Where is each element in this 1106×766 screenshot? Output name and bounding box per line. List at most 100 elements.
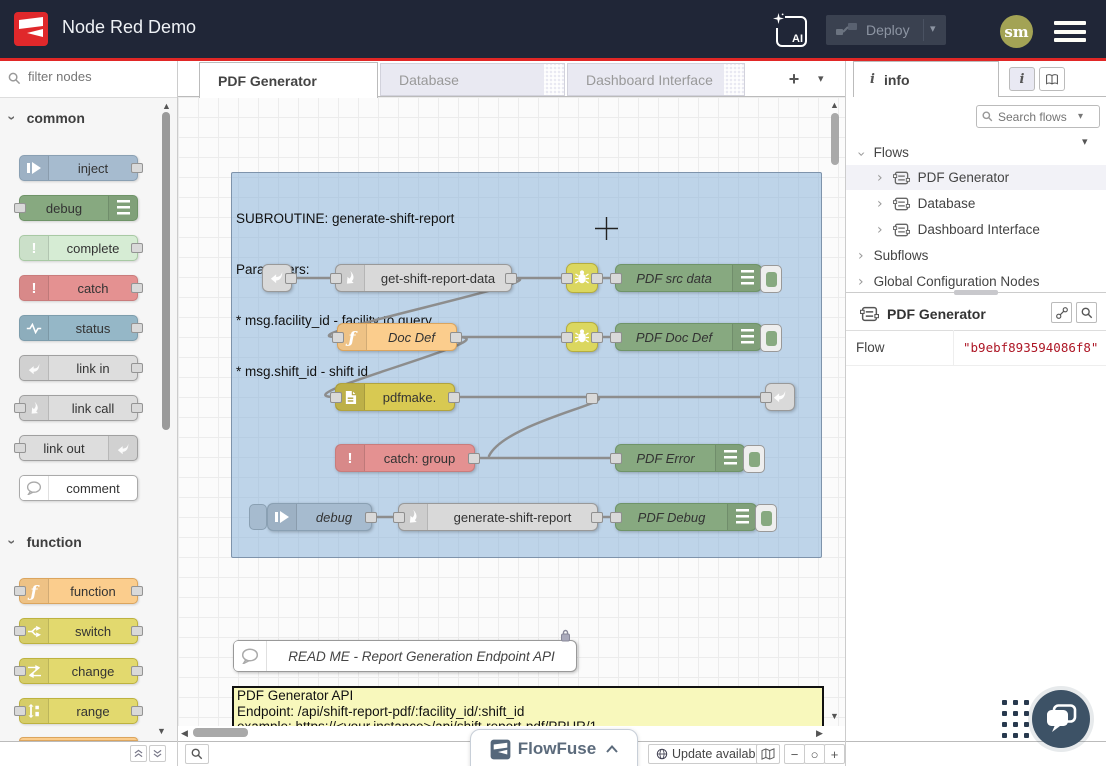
palette-node-inject[interactable]: inject	[19, 155, 138, 181]
input-port[interactable]	[760, 392, 772, 403]
palette-node-function[interactable]: ƒ function	[19, 578, 138, 604]
search-flow-button[interactable]	[1076, 302, 1097, 323]
canvas-sidebar-divider[interactable]	[845, 61, 846, 766]
palette-node-status[interactable]: status	[19, 315, 138, 341]
sidebar-info-tab-button[interactable]: i	[1009, 67, 1035, 91]
input-port[interactable]	[332, 332, 344, 343]
zoom-in-button[interactable]: +	[824, 744, 845, 764]
node-pdfmake[interactable]: pdfmake.	[335, 383, 455, 411]
navigator-button[interactable]	[756, 744, 780, 764]
output-port[interactable]	[468, 453, 480, 464]
expand-all-button[interactable]	[149, 745, 166, 762]
output-port[interactable]	[365, 512, 377, 523]
debug-toggle-button[interactable]	[760, 265, 782, 293]
sidebar-tab-info[interactable]: i info	[853, 61, 999, 97]
canvas-scroll-up-icon[interactable]: ▲	[830, 101, 839, 110]
input-port[interactable]	[561, 332, 573, 343]
debug-toggle-button[interactable]	[755, 504, 777, 532]
main-menu-button[interactable]	[1054, 21, 1086, 42]
canvas-search-button[interactable]	[185, 744, 209, 764]
palette-node-link-in[interactable]: link in	[19, 355, 138, 381]
canvas-scroll-down-icon[interactable]: ▼	[830, 712, 839, 721]
palette-node-complete[interactable]: ! complete	[19, 235, 138, 261]
deploy-button[interactable]: Deploy ▾	[826, 15, 946, 45]
output-port[interactable]	[448, 392, 460, 403]
chat-widget-button[interactable]	[1032, 690, 1090, 748]
palette-node-change[interactable]: change	[19, 658, 138, 684]
sidebar-splitter[interactable]	[846, 292, 1106, 293]
input-port[interactable]	[610, 332, 622, 343]
output-port[interactable]	[591, 273, 603, 284]
tree-item-subflows[interactable]: › Subflows	[846, 243, 1106, 268]
filter-nodes-input[interactable]	[26, 68, 170, 85]
add-flow-button[interactable]: +	[782, 67, 806, 91]
debug-toggle-button[interactable]	[743, 445, 765, 473]
deploy-caret-icon[interactable]: ▾	[930, 22, 936, 35]
flowfuse-logo-icon[interactable]	[14, 12, 48, 46]
tab-database[interactable]: Database	[380, 63, 565, 96]
wires-layer[interactable]	[178, 97, 845, 726]
update-available-button[interactable]: Update available	[648, 744, 773, 764]
flowfuse-button[interactable]: FlowFuse	[470, 729, 638, 766]
palette-category-common[interactable]: › common	[10, 110, 85, 126]
widget-drag-handle-icon[interactable]	[1002, 700, 1029, 738]
input-port[interactable]	[610, 512, 622, 523]
node-get-shift-report-data[interactable]: get-shift-report-data	[335, 264, 512, 292]
node-link-in[interactable]	[262, 264, 292, 292]
node-debug-bug-1[interactable]	[566, 263, 598, 293]
input-port[interactable]	[561, 273, 573, 284]
palette-node-link-call[interactable]: link call	[19, 395, 138, 421]
output-port[interactable]	[450, 332, 462, 343]
output-port[interactable]	[505, 273, 517, 284]
debug-toggle-button[interactable]	[760, 324, 782, 352]
palette-scroll-down-icon[interactable]: ▼	[157, 727, 166, 736]
tree-item-database[interactable]: › Database	[846, 191, 1106, 216]
node-pdf-doc-def[interactable]: PDF Doc Def	[615, 323, 762, 351]
sidebar-search[interactable]: ▾	[976, 105, 1100, 128]
node-link-out[interactable]	[765, 383, 795, 411]
node-debug-bug-2[interactable]	[566, 322, 598, 352]
node-catch-group[interactable]: ! catch: group	[335, 444, 475, 472]
node-generate-shift-report[interactable]: generate-shift-report	[398, 503, 598, 531]
zoom-out-button[interactable]: −	[784, 744, 805, 764]
tree-item-flows[interactable]: › Flows	[846, 140, 1106, 165]
zoom-reset-button[interactable]: ○	[804, 744, 825, 764]
collapse-all-button[interactable]	[130, 745, 147, 762]
user-avatar[interactable]: sm	[1000, 15, 1033, 48]
input-port[interactable]	[610, 453, 622, 464]
canvas-scroll-left-icon[interactable]: ◀	[181, 729, 188, 738]
node-pdf-debug[interactable]: PDF Debug	[615, 503, 757, 531]
output-port[interactable]	[591, 332, 603, 343]
canvas-scroll-right-icon[interactable]: ▶	[816, 729, 823, 738]
inject-button[interactable]	[249, 504, 267, 530]
copy-link-button[interactable]	[1051, 302, 1072, 323]
input-port[interactable]	[330, 392, 342, 403]
canvas-vscrollbar-thumb[interactable]	[831, 113, 839, 165]
palette-node-link-out[interactable]: link out	[19, 435, 138, 461]
output-port[interactable]	[591, 512, 603, 523]
tab-pdf-generator[interactable]: PDF Generator	[199, 62, 378, 98]
tab-menu-caret-icon[interactable]: ▾	[818, 72, 824, 85]
tree-item-dashboard-interface[interactable]: › Dashboard Interface	[846, 217, 1106, 242]
input-port[interactable]	[393, 512, 405, 523]
flow-canvas[interactable]: SUBROUTINE: generate-shift-report Parame…	[178, 97, 845, 726]
palette-node-switch[interactable]: switch	[19, 618, 138, 644]
api-info-box[interactable]: PDF Generator API Endpoint: /api/shift-r…	[232, 686, 824, 726]
canvas-hscrollbar-thumb[interactable]	[193, 728, 248, 737]
tab-dashboard-interface[interactable]: Dashboard Interface	[567, 63, 745, 96]
ai-assistant-button[interactable]: AI	[776, 16, 807, 47]
palette-scrollbar-thumb[interactable]	[162, 112, 170, 430]
palette-node-debug[interactable]: debug	[19, 195, 138, 221]
sidebar-help-tab-button[interactable]	[1039, 67, 1065, 91]
search-flows-input[interactable]	[996, 109, 1078, 125]
node-pdf-src-data[interactable]: PDF src data	[615, 264, 762, 292]
input-port[interactable]	[330, 273, 342, 284]
palette-node-range[interactable]: range	[19, 698, 138, 724]
palette-scroll-up-icon[interactable]: ▲	[162, 102, 171, 111]
input-port[interactable]	[610, 273, 622, 284]
splitter-handle[interactable]	[954, 290, 998, 295]
node-doc-def[interactable]: ƒ Doc Def	[337, 323, 457, 351]
palette-category-function[interactable]: › function	[10, 534, 82, 550]
node-comment-readme[interactable]: READ ME - Report Generation Endpoint API	[233, 640, 577, 672]
wire-junction[interactable]	[586, 393, 598, 404]
